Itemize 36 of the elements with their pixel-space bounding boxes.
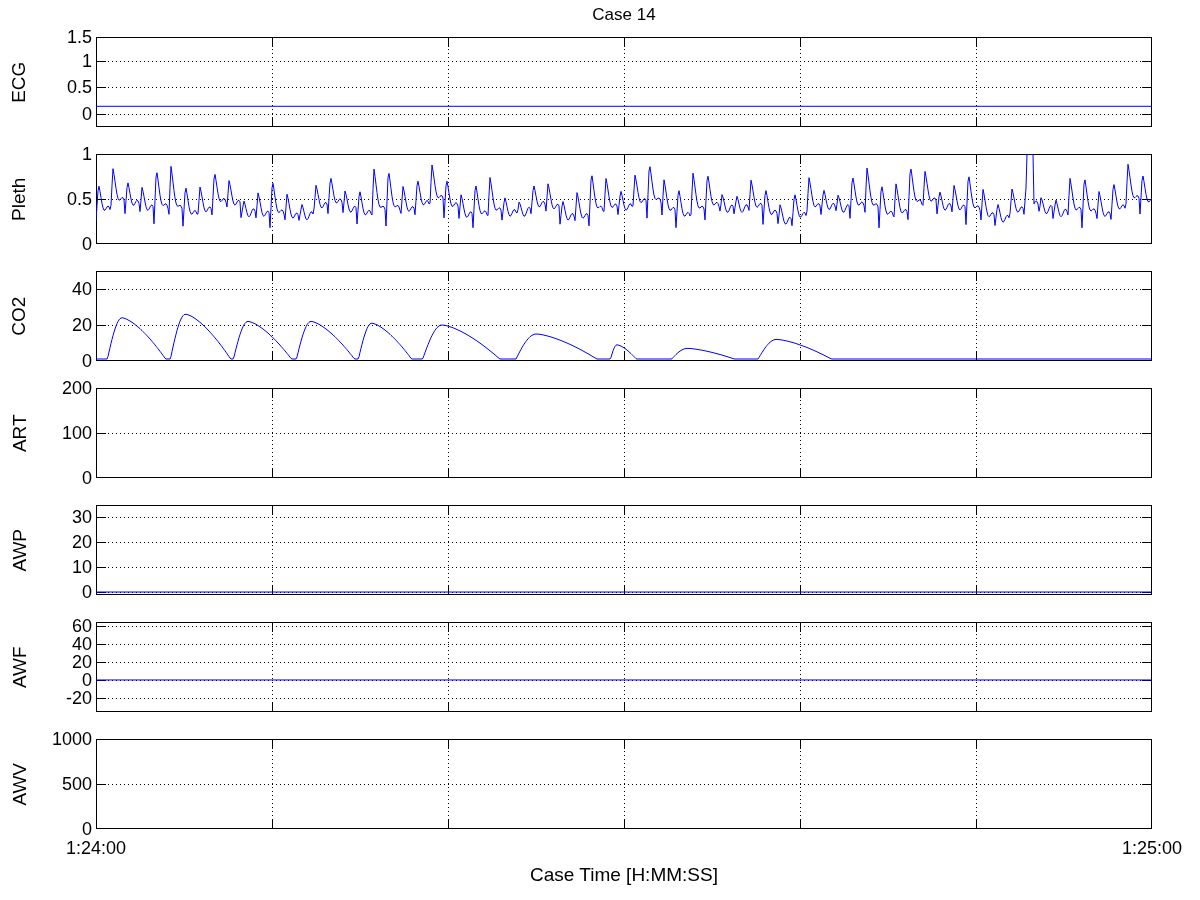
chart-title: Case 14 (592, 4, 656, 26)
tick-label: 1 (82, 145, 92, 163)
tick-label: 0 (82, 235, 92, 253)
tick-label: 500 (61, 775, 92, 793)
tick-label: 0.5 (66, 78, 92, 97)
tick-label: 20 (71, 652, 92, 671)
tick-label: 1:25:00 (1121, 837, 1183, 860)
tick-label: 1.5 (66, 28, 92, 46)
tick-label: 1:24:00 (65, 837, 127, 860)
tick-label: 10 (71, 558, 92, 577)
tick-label: 20 (71, 316, 92, 334)
axis-label: AWV (7, 762, 31, 806)
axis-label: AWP (7, 528, 31, 572)
tick-label: 0 (82, 469, 92, 487)
tick-label: 1000 (51, 730, 92, 748)
axis-label: Pleth (7, 177, 31, 221)
axis-label: ECG (7, 61, 31, 103)
tick-label: 200 (61, 379, 92, 397)
tick-label: -20 (66, 688, 92, 707)
tick-label: 0 (82, 352, 92, 370)
tick-label: 1 (82, 52, 92, 71)
axis-label: CO2 (7, 296, 31, 336)
tick-label: 30 (71, 507, 92, 526)
tick-label: 0 (82, 583, 92, 602)
tick-label: 100 (61, 424, 92, 442)
tick-label: 40 (71, 634, 92, 653)
axis-label: AWF (7, 646, 31, 688)
axis-label: Case Time [H:MM:SS] (530, 863, 718, 887)
tick-label: 0.5 (66, 190, 92, 208)
tick-label: 60 (71, 616, 92, 635)
tick-label: 0 (82, 104, 92, 123)
tick-label: 40 (71, 280, 92, 298)
tick-label: 20 (71, 532, 92, 551)
axis-label: ART (7, 414, 31, 452)
tick-label: 0 (82, 820, 92, 838)
tick-label: 0 (82, 670, 92, 689)
